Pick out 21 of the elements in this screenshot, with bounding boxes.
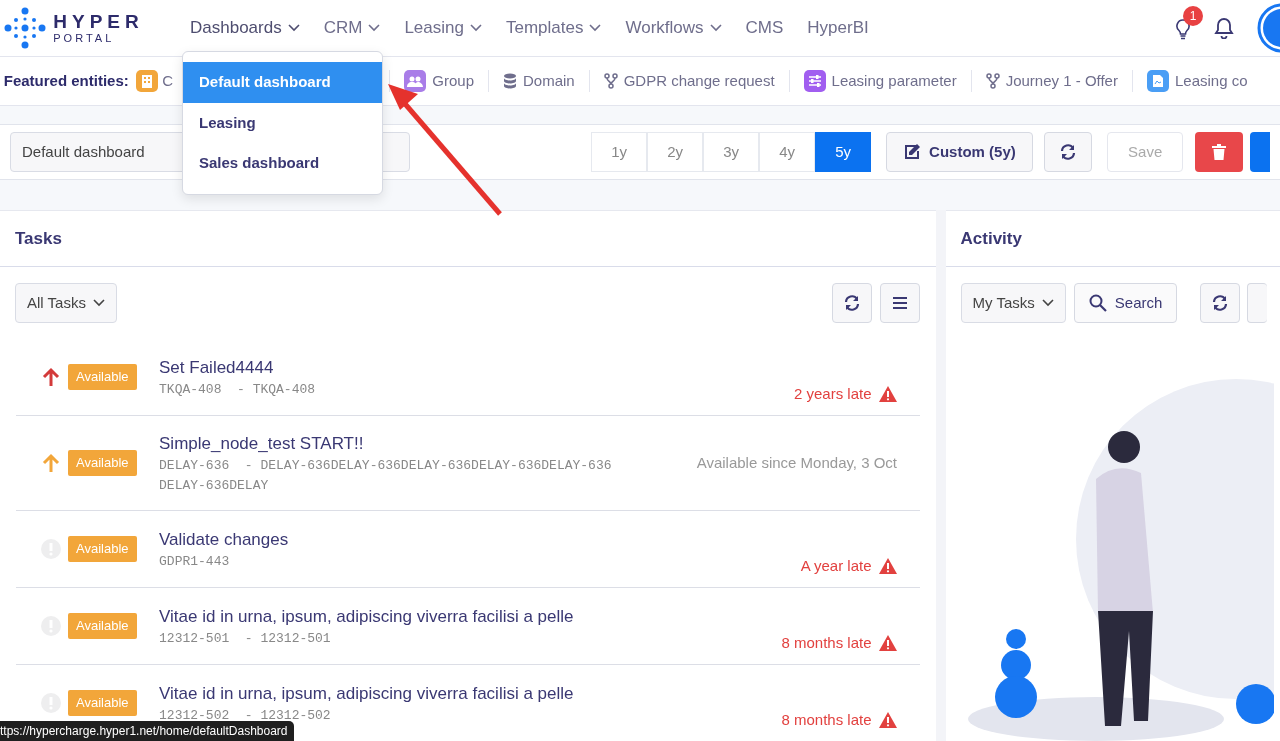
due-text: 8 months late [781,632,872,653]
task-reference: GDPR1-443 [159,553,231,571]
featured-label: Featured entities: [2,70,130,91]
status-badge: Available [68,690,137,716]
due-text: 8 months late [781,709,872,730]
task-reference: 12312-501 - 12312-501 [159,630,332,648]
status-badge: Available [68,613,137,639]
activity-title: Activity [945,211,1280,267]
status-url: ttps://hypercharge.hyper1.net/home/defaultDashboard [0,721,294,741]
due-text: Available since Monday, 3 Oct [696,452,898,473]
task-reference: TKQA-408 - TKQA-408 [159,381,317,399]
logo-text: HYPER [53,12,144,31]
status-badge: Available [68,364,137,390]
due-text: A year late [800,555,872,576]
task-reference: DELAY-636 - DELAY-636DELAY-636DELAY-636DELAY-636DELAY-636DELAY-636DELAY [159,457,613,495]
status-badge: Available [68,536,137,562]
due-text: 2 years late [794,383,872,404]
notification-badge: 1 [1183,6,1203,27]
tasks-title: Tasks [0,211,936,267]
logo-subtext: PORTAL [53,33,116,44]
status-badge: Available [68,450,137,476]
